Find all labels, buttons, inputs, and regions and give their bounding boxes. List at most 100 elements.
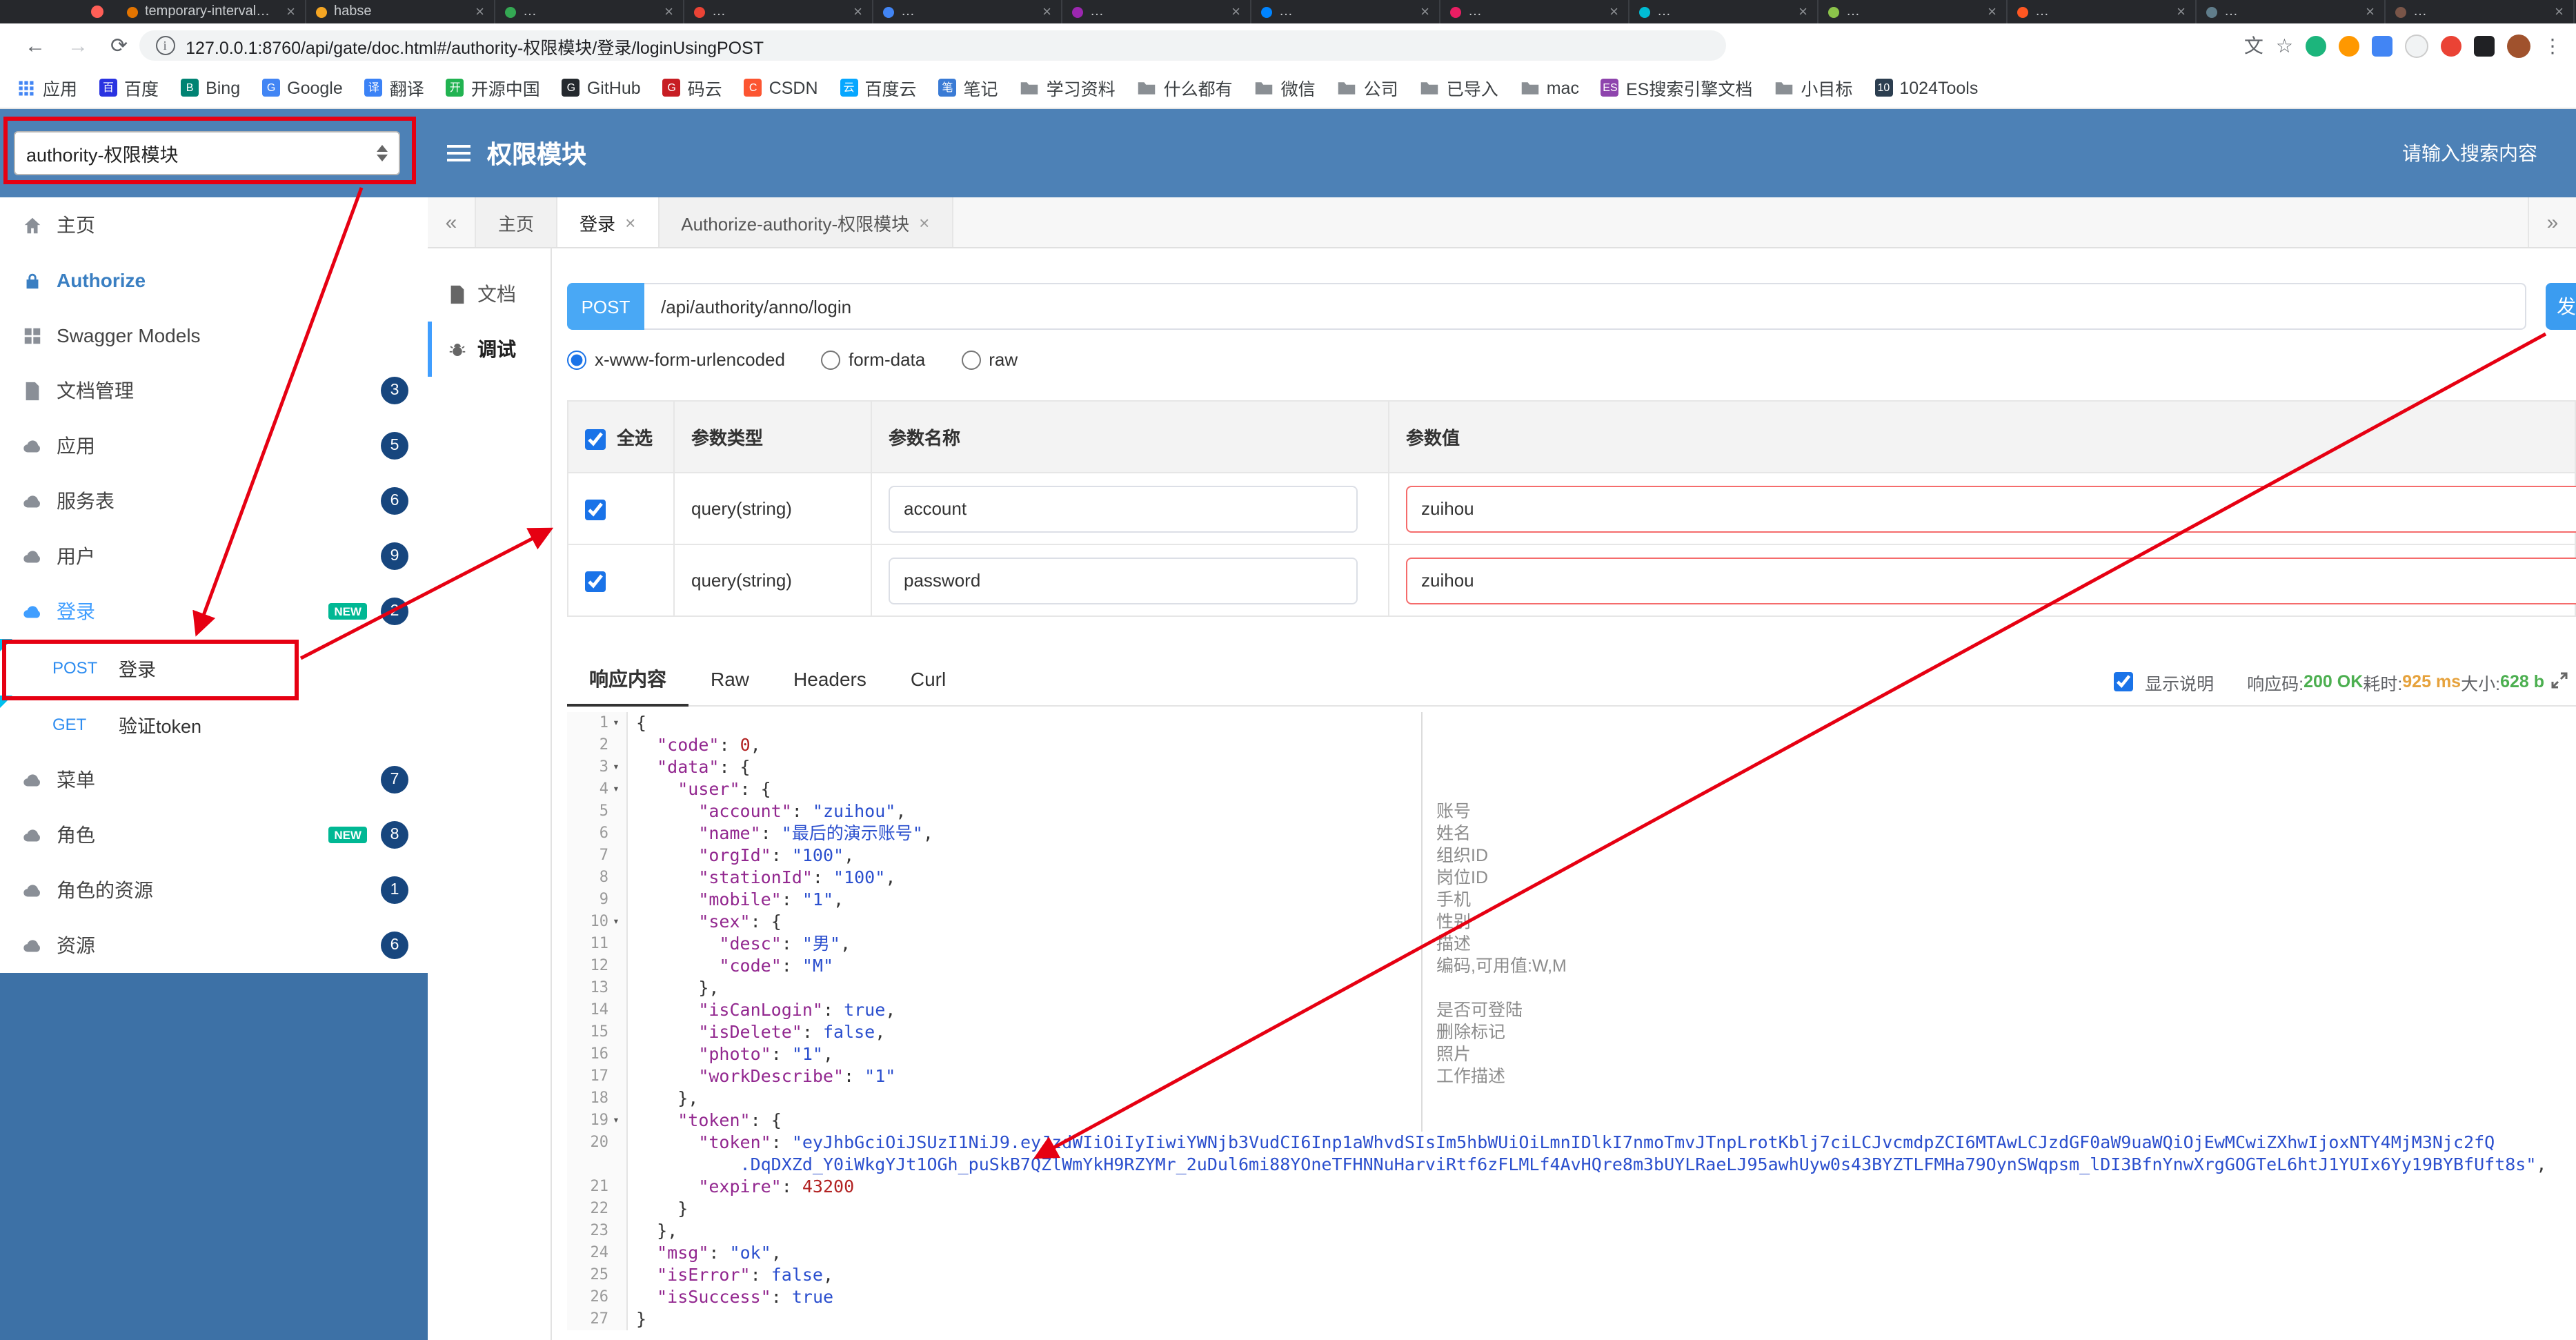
browser-tab[interactable]: …×: [2197, 0, 2386, 23]
nav-文档[interactable]: 文档: [428, 266, 551, 322]
sidebar-item-docs[interactable]: 文档管理 3: [0, 363, 428, 418]
address-bar[interactable]: i 127.0.0.1:8760/api/gate/doc.html#/auth…: [139, 30, 1726, 61]
bookmark-item[interactable]: mac: [1520, 78, 1579, 97]
show-description-checkbox[interactable]: [2113, 672, 2133, 691]
response-tab-Curl[interactable]: Curl: [889, 657, 968, 704]
tab-close-icon[interactable]: ×: [1988, 3, 1997, 20]
line-number-gutter[interactable]: 12: [567, 955, 628, 977]
line-number-gutter[interactable]: 11: [567, 933, 628, 955]
bookmark-item[interactable]: G Google: [262, 78, 343, 97]
extension-icon[interactable]: [2372, 35, 2392, 56]
line-number-gutter[interactable]: 21: [567, 1176, 628, 1198]
bookmark-item[interactable]: 笔笔记: [938, 75, 998, 101]
line-number-gutter[interactable]: 2: [567, 734, 628, 756]
line-number-gutter[interactable]: 1 ▾: [567, 712, 628, 734]
browser-tab[interactable]: …×: [1062, 0, 1251, 23]
sidebar-item-role[interactable]: 角色 NEW 8: [0, 807, 428, 863]
hamburger-icon[interactable]: [447, 145, 470, 161]
bookmark-item[interactable]: 学习资料: [1020, 75, 1116, 101]
tab-close-icon[interactable]: ×: [1042, 3, 1051, 20]
fold-caret-icon[interactable]: ▾: [608, 911, 624, 933]
response-tab-Raw[interactable]: Raw: [688, 657, 771, 704]
tab-close-icon[interactable]: ×: [2177, 3, 2186, 20]
param-value-input[interactable]: [1406, 557, 2576, 604]
bookmark-item[interactable]: 云百度云: [840, 75, 917, 101]
module-select[interactable]: authority-权限模块: [14, 131, 400, 175]
browser-tab[interactable]: …×: [1440, 0, 1629, 23]
bookmark-item[interactable]: 百百度: [99, 75, 159, 101]
sidebar-api-post-login[interactable]: POST 登录: [0, 639, 428, 696]
content-type-option[interactable]: raw: [961, 349, 1018, 370]
browser-tab[interactable]: …×: [1629, 0, 1819, 23]
content-type-option[interactable]: x-www-form-urlencoded: [567, 349, 785, 370]
tab-close-icon[interactable]: ×: [286, 3, 295, 20]
tab-close-icon[interactable]: ×: [1231, 3, 1240, 20]
fold-caret-icon[interactable]: ▾: [608, 778, 624, 800]
extension-icon[interactable]: [2441, 35, 2461, 56]
tab-主页[interactable]: 主页: [476, 197, 558, 247]
menu-kebab-icon[interactable]: ⋮: [2543, 34, 2562, 57]
content-type-radio[interactable]: [961, 350, 981, 369]
site-info-icon[interactable]: i: [155, 36, 175, 55]
bookmark-item[interactable]: 小目标: [1774, 75, 1852, 101]
line-number-gutter[interactable]: 8: [567, 867, 628, 889]
param-checkbox[interactable]: [585, 499, 606, 520]
param-name-input[interactable]: [889, 557, 1358, 604]
line-number-gutter[interactable]: 6: [567, 822, 628, 845]
tab-close-icon[interactable]: ×: [1420, 3, 1429, 20]
line-number-gutter[interactable]: 16: [567, 1043, 628, 1065]
bookmark-item[interactable]: ES ES搜索引擎文档: [1601, 75, 1752, 101]
back-icon[interactable]: ←: [25, 34, 46, 57]
tabs-scroll-left-icon[interactable]: «: [428, 197, 476, 247]
tab-登录[interactable]: 登录 ×: [557, 197, 660, 247]
sidebar-item-login[interactable]: 登录 NEW 2: [0, 584, 428, 639]
line-number-gutter[interactable]: 24: [567, 1242, 628, 1264]
sidebar-item-models[interactable]: Swagger Models: [0, 308, 428, 363]
browser-tab[interactable]: …×: [873, 0, 1062, 23]
sidebar-api-get-login[interactable]: GET 验证token: [0, 696, 428, 752]
browser-tab[interactable]: …×: [2008, 0, 2197, 23]
profile-avatar[interactable]: [2507, 34, 2530, 57]
line-number-gutter[interactable]: 7: [567, 845, 628, 867]
extension-icon[interactable]: [2306, 35, 2326, 56]
response-tab-响应内容[interactable]: 响应内容: [567, 657, 688, 707]
reload-icon[interactable]: ⟳: [110, 33, 128, 58]
line-number-gutter[interactable]: 19 ▾: [567, 1110, 628, 1132]
param-name-input[interactable]: [889, 485, 1358, 532]
content-type-option[interactable]: form-data: [820, 349, 925, 370]
browser-tab[interactable]: …×: [1251, 0, 1440, 23]
browser-tab[interactable]: …×: [2386, 0, 2575, 23]
tab-close-icon[interactable]: ×: [625, 212, 635, 233]
expand-icon[interactable]: [2551, 671, 2568, 692]
search-input[interactable]: 请输入搜索内容: [2402, 139, 2537, 167]
browser-tab[interactable]: …×: [1819, 0, 2008, 23]
line-number-gutter[interactable]: 22: [567, 1198, 628, 1220]
response-tab-Headers[interactable]: Headers: [771, 657, 889, 704]
tab-close-icon[interactable]: ×: [664, 3, 673, 20]
param-checkbox[interactable]: [585, 571, 606, 592]
sidebar-item-home[interactable]: 主页: [0, 197, 428, 253]
bookmark-item[interactable]: 应用: [17, 75, 77, 101]
tab-close-icon[interactable]: ×: [2555, 3, 2564, 20]
param-value-input[interactable]: [1406, 485, 2576, 532]
browser-tab[interactable]: …×: [495, 0, 684, 23]
line-number-gutter[interactable]: 23: [567, 1220, 628, 1242]
line-number-gutter[interactable]: 14: [567, 999, 628, 1021]
line-number-gutter[interactable]: 20: [567, 1132, 628, 1176]
line-number-gutter[interactable]: 17: [567, 1065, 628, 1087]
browser-tab[interactable]: …×: [684, 0, 873, 23]
sidebar-item-authorize[interactable]: Authorize: [0, 253, 428, 308]
tab-close-icon[interactable]: ×: [2366, 3, 2375, 20]
line-number-gutter[interactable]: 13: [567, 977, 628, 999]
bookmark-item[interactable]: C CSDN: [744, 78, 818, 97]
line-number-gutter[interactable]: 5: [567, 800, 628, 822]
select-all-checkbox[interactable]: [585, 429, 606, 451]
sidebar-item-app[interactable]: 应用 5: [0, 418, 428, 473]
fold-caret-icon[interactable]: ▾: [608, 1110, 624, 1132]
line-number-gutter[interactable]: 27: [567, 1308, 628, 1330]
bookmark-star-icon[interactable]: ☆: [2276, 34, 2293, 57]
line-number-gutter[interactable]: 25: [567, 1264, 628, 1286]
tab-close-icon[interactable]: ×: [475, 3, 484, 20]
bookmark-item[interactable]: 微信: [1255, 75, 1316, 101]
line-number-gutter[interactable]: 3 ▾: [567, 756, 628, 778]
